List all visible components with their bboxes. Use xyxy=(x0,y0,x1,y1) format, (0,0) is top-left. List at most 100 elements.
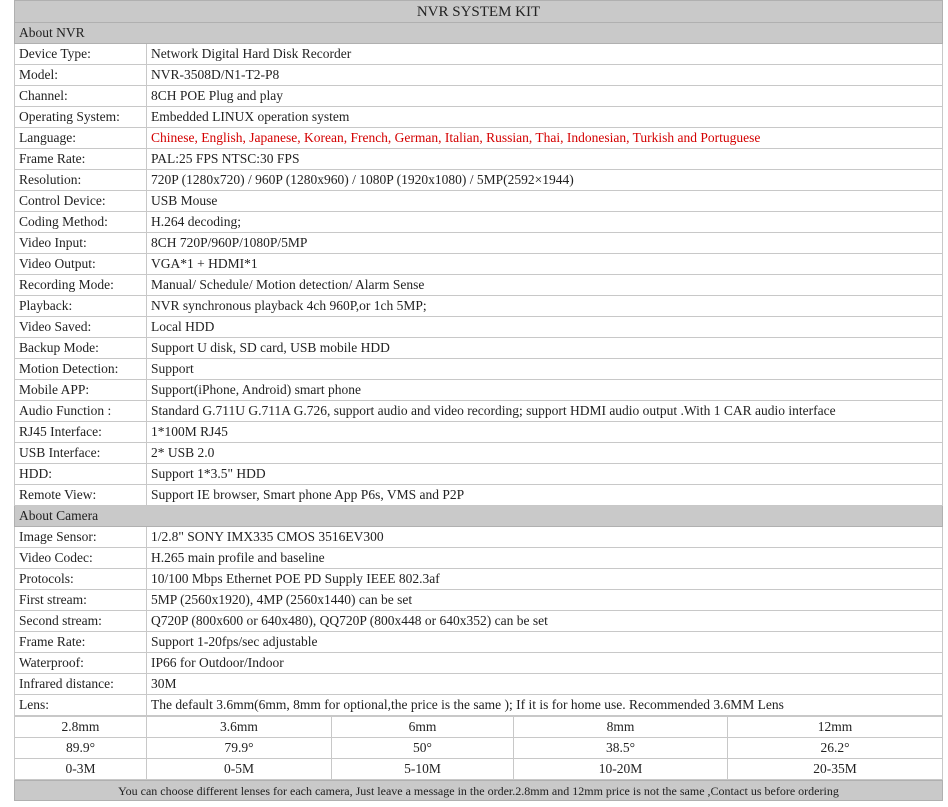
spec-value: Network Digital Hard Disk Recorder xyxy=(146,43,943,65)
spec-label: First stream: xyxy=(14,589,147,611)
spec-value: NVR-3508D/N1-T2-P8 xyxy=(146,64,943,86)
spec-row: Mobile APP: Support(iPhone, Android) smar… xyxy=(14,379,943,401)
spec-row: Video Codec: H.265 main profile and basel… xyxy=(14,547,943,569)
spec-row: Device Type: Network Digital Hard Disk Re… xyxy=(14,43,943,65)
spec-label: Video Input: xyxy=(14,232,147,254)
spec-value: 8CH 720P/960P/1080P/5MP xyxy=(146,232,943,254)
spec-row: Control Device: USB Mouse xyxy=(14,190,943,212)
spec-label: Backup Mode: xyxy=(14,337,147,359)
spec-row: Audio Function : Standard G.711U G.711A G… xyxy=(14,400,943,422)
lens-row: 89.9° 79.9° 50° 38.5° 26.2° xyxy=(14,737,943,759)
lens-cell: 0-5M xyxy=(146,758,332,780)
spec-row: Frame Rate: PAL:25 FPS NTSC:30 FPS xyxy=(14,148,943,170)
spec-value: NVR synchronous playback 4ch 960P,or 1ch… xyxy=(146,295,943,317)
spec-row: Video Input: 8CH 720P/960P/1080P/5MP xyxy=(14,232,943,254)
spec-row: Motion Detection: Support xyxy=(14,358,943,380)
spec-value: Support 1*3.5" HDD xyxy=(146,463,943,485)
section-header-nvr: About NVR xyxy=(14,22,943,44)
spec-value: Support U disk, SD card, USB mobile HDD xyxy=(146,337,943,359)
spec-label: USB Interface: xyxy=(14,442,147,464)
spec-label: Model: xyxy=(14,64,147,86)
spec-value: Embedded LINUX operation system xyxy=(146,106,943,128)
spec-label: Mobile APP: xyxy=(14,379,147,401)
title-row: NVR SYSTEM KIT xyxy=(14,0,943,23)
spec-label: Lens: xyxy=(14,694,147,716)
spec-label: Video Saved: xyxy=(14,316,147,338)
spec-value: 2* USB 2.0 xyxy=(146,442,943,464)
lens-cell: 8mm xyxy=(513,716,728,738)
section-title-nvr: About NVR xyxy=(14,22,943,44)
spec-row: Remote View: Support IE browser, Smart ph… xyxy=(14,484,943,506)
spec-row: Model: NVR-3508D/N1-T2-P8 xyxy=(14,64,943,86)
spec-label: Operating System: xyxy=(14,106,147,128)
spec-value: Chinese, English, Japanese, Korean, Fren… xyxy=(146,127,943,149)
lens-cell: 0-3M xyxy=(14,758,147,780)
lens-cell: 20-35M xyxy=(727,758,943,780)
lens-row: 0-3M 0-5M 5-10M 10-20M 20-35M xyxy=(14,758,943,780)
spec-row: USB Interface: 2* USB 2.0 xyxy=(14,442,943,464)
spec-row: Lens: The default 3.6mm(6mm, 8mm for opti… xyxy=(14,694,943,716)
spec-value: Q720P (800x600 or 640x480), QQ720P (800x… xyxy=(146,610,943,632)
lens-cell: 79.9° xyxy=(146,737,332,759)
spec-label: Protocols: xyxy=(14,568,147,590)
spec-row: RJ45 Interface: 1*100M RJ45 xyxy=(14,421,943,443)
spec-row: Second stream: Q720P (800x600 or 640x480)… xyxy=(14,610,943,632)
spec-value: Manual/ Schedule/ Motion detection/ Alar… xyxy=(146,274,943,296)
spec-value: 1/2.8" SONY IMX335 CMOS 3516EV300 xyxy=(146,526,943,548)
lens-cell: 12mm xyxy=(727,716,943,738)
spec-value: 30M xyxy=(146,673,943,695)
spec-value: Support 1-20fps/sec adjustable xyxy=(146,631,943,653)
spec-value: Standard G.711U G.711A G.726, support au… xyxy=(146,400,943,422)
spec-row: Playback: NVR synchronous playback 4ch 96… xyxy=(14,295,943,317)
spec-label: Frame Rate: xyxy=(14,631,147,653)
spec-value: VGA*1 + HDMI*1 xyxy=(146,253,943,275)
spec-label: Device Type: xyxy=(14,43,147,65)
lens-cell: 50° xyxy=(331,737,514,759)
lens-cell: 5-10M xyxy=(331,758,514,780)
spec-label: Language: xyxy=(14,127,147,149)
spec-label: Video Codec: xyxy=(14,547,147,569)
spec-value: Support xyxy=(146,358,943,380)
spec-row: Infrared distance: 30M xyxy=(14,673,943,695)
spec-label: Playback: xyxy=(14,295,147,317)
spec-value: H.265 main profile and baseline xyxy=(146,547,943,569)
lens-cell: 2.8mm xyxy=(14,716,147,738)
section-title-camera: About Camera xyxy=(14,505,943,527)
spec-label: Channel: xyxy=(14,85,147,107)
spec-value: IP66 for Outdoor/Indoor xyxy=(146,652,943,674)
section-header-camera: About Camera xyxy=(14,505,943,527)
page-title: NVR SYSTEM KIT xyxy=(14,0,943,23)
spec-label: Recording Mode: xyxy=(14,274,147,296)
lens-table: 2.8mm 3.6mm 6mm 8mm 12mm 89.9° 79.9° 50° 38.5° 26… xyxy=(14,716,943,780)
spec-label: Waterproof: xyxy=(14,652,147,674)
spec-value: 8CH POE Plug and play xyxy=(146,85,943,107)
spec-label: Second stream: xyxy=(14,610,147,632)
spec-row: HDD: Support 1*3.5" HDD xyxy=(14,463,943,485)
lens-cell: 26.2° xyxy=(727,737,943,759)
spec-value: Support(iPhone, Android) smart phone xyxy=(146,379,943,401)
spec-value: PAL:25 FPS NTSC:30 FPS xyxy=(146,148,943,170)
lens-cell: 6mm xyxy=(331,716,514,738)
spec-value: 1*100M RJ45 xyxy=(146,421,943,443)
spec-row: Operating System: Embedded LINUX operatio… xyxy=(14,106,943,128)
spec-label: Motion Detection: xyxy=(14,358,147,380)
spec-row: Video Saved: Local HDD xyxy=(14,316,943,338)
spec-label: Control Device: xyxy=(14,190,147,212)
lens-cell: 89.9° xyxy=(14,737,147,759)
spec-label: HDD: xyxy=(14,463,147,485)
spec-row: Video Output: VGA*1 + HDMI*1 xyxy=(14,253,943,275)
spec-value: 720P (1280x720) / 960P (1280x960) / 1080… xyxy=(146,169,943,191)
spec-value: Local HDD xyxy=(146,316,943,338)
spec-value: H.264 decoding; xyxy=(146,211,943,233)
spec-row: Coding Method: H.264 decoding; xyxy=(14,211,943,233)
spec-row: First stream: 5MP (2560x1920), 4MP (2560x… xyxy=(14,589,943,611)
spec-label: Remote View: xyxy=(14,484,147,506)
spec-label: Image Sensor: xyxy=(14,526,147,548)
spec-row: Resolution: 720P (1280x720) / 960P (1280x… xyxy=(14,169,943,191)
spec-label: Coding Method: xyxy=(14,211,147,233)
spec-label: Video Output: xyxy=(14,253,147,275)
spec-row: Frame Rate: Support 1-20fps/sec adjustabl… xyxy=(14,631,943,653)
spec-label: Audio Function : xyxy=(14,400,147,422)
spec-label: RJ45 Interface: xyxy=(14,421,147,443)
spec-value: 5MP (2560x1920), 4MP (2560x1440) can be … xyxy=(146,589,943,611)
